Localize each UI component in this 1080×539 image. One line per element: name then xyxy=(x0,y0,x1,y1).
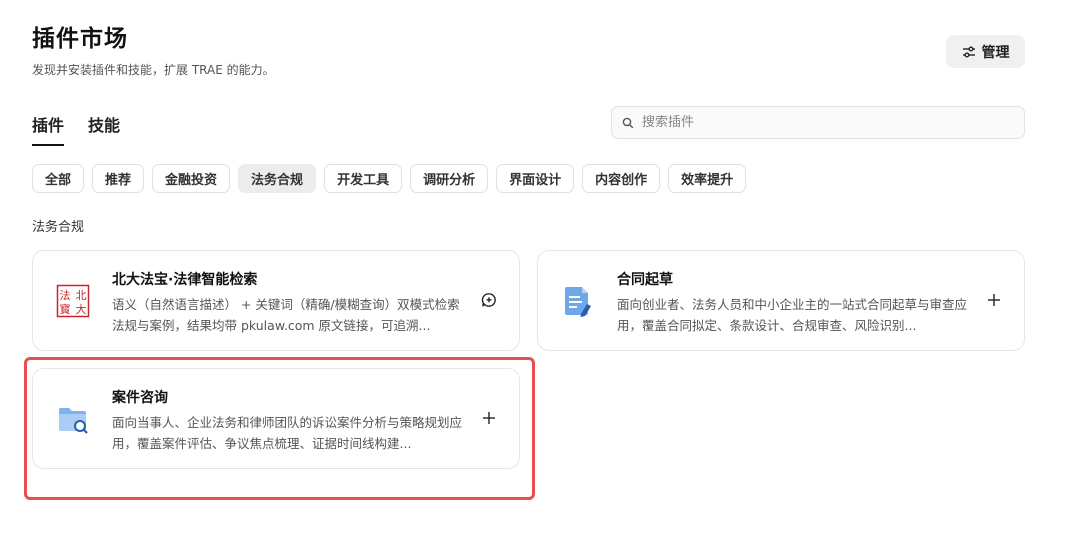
category-chip-legal[interactable]: 法务合规 xyxy=(238,164,317,193)
search-box[interactable] xyxy=(611,106,1025,139)
page-subtitle: 发现并安装插件和技能，扩展 TRAE 的能力。 xyxy=(32,63,275,77)
plugin-name: 合同起草 xyxy=(617,272,673,288)
tab-plugins[interactable]: 插件 xyxy=(32,112,65,146)
plugin-description: 面向创业者、法务人员和中小企业主的一站式合同起草与审查应用，覆盖合同拟定、条款设… xyxy=(617,297,968,333)
plugin-card-pkulaw[interactable]: 法 北 寳 大 北大法宝·法律智能检索 语义（自然语言描述） + 关键词（精确/… xyxy=(32,250,520,351)
plugin-name: 北大法宝·法律智能检索 xyxy=(112,272,258,288)
search-icon xyxy=(622,117,634,128)
tab-skills[interactable]: 技能 xyxy=(88,112,120,146)
plugin-name: 案件咨询 xyxy=(112,390,168,406)
plugin-card-contract[interactable]: 合同起草 面向创业者、法务人员和中小企业主的一站式合同起草与审查应用，覆盖合同拟… xyxy=(537,250,1025,351)
category-chip-recommended[interactable]: 推荐 xyxy=(92,164,145,193)
search-input[interactable] xyxy=(642,115,1002,130)
category-chip-all[interactable]: 全部 xyxy=(32,164,85,193)
folder-search-icon xyxy=(55,401,91,437)
plugin-description: 面向当事人、企业法务和律师团队的诉讼案件分析与策略规划应用，覆盖案件评估、争议焦… xyxy=(112,415,463,451)
manage-button[interactable]: 管理 xyxy=(946,35,1025,68)
category-chip-productivity[interactable]: 效率提升 xyxy=(668,164,747,193)
category-chip-research[interactable]: 调研分析 xyxy=(410,164,489,193)
svg-text:法: 法 xyxy=(60,288,71,302)
page-title: 插件市场 xyxy=(32,26,128,52)
installed-icon[interactable] xyxy=(478,289,500,311)
section-label: 法务合规 xyxy=(32,220,85,235)
category-chip-ui-design[interactable]: 界面设计 xyxy=(496,164,575,193)
svg-text:北: 北 xyxy=(76,289,87,302)
category-chip-devtools[interactable]: 开发工具 xyxy=(324,164,403,193)
contract-document-icon xyxy=(560,283,596,319)
add-icon[interactable] xyxy=(478,407,500,429)
plugin-description: 语义（自然语言描述） + 关键词（精确/模糊查询）双模式检索法规与案例，结果均带… xyxy=(112,297,460,333)
pkulaw-seal-icon: 法 北 寳 大 xyxy=(55,283,91,319)
svg-text:寳: 寳 xyxy=(60,302,71,316)
plugin-card-case[interactable]: 案件咨询 面向当事人、企业法务和律师团队的诉讼案件分析与策略规划应用，覆盖案件评… xyxy=(32,368,520,469)
category-filter: 全部 推荐 金融投资 法务合规 开发工具 调研分析 界面设计 内容创作 效率提升 xyxy=(32,164,747,193)
sliders-icon xyxy=(962,46,975,57)
page-header: 插件市场 发现并安装插件和技能，扩展 TRAE 的能力。 xyxy=(32,22,275,78)
add-icon[interactable] xyxy=(983,289,1005,311)
tab-bar: 插件 技能 xyxy=(32,112,120,146)
category-chip-content[interactable]: 内容创作 xyxy=(582,164,661,193)
manage-label: 管理 xyxy=(981,44,1010,61)
category-chip-finance[interactable]: 金融投资 xyxy=(152,164,231,193)
svg-text:大: 大 xyxy=(76,302,87,316)
